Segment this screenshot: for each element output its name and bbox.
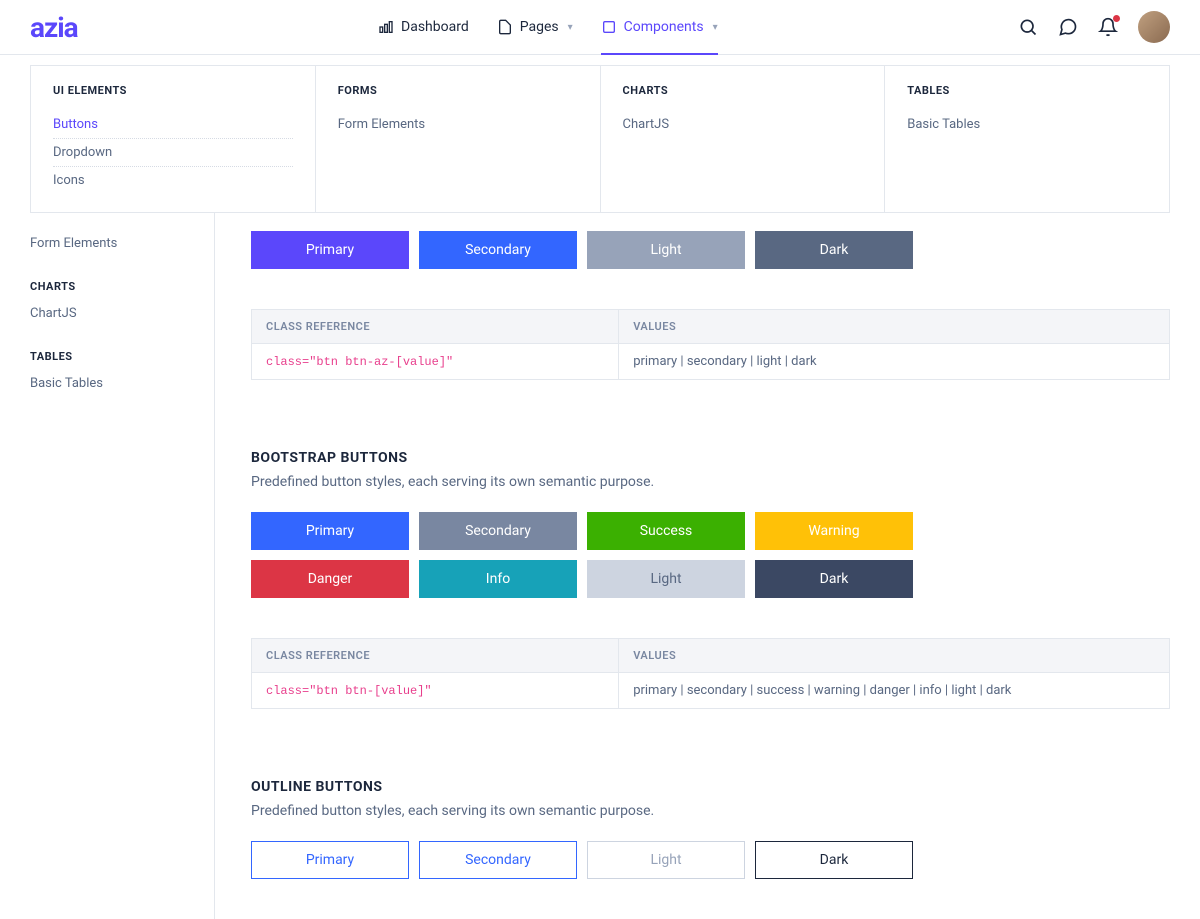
sidebar-form-elements[interactable]: Form Elements xyxy=(30,231,214,256)
mega-head-forms: FORMS xyxy=(338,84,578,97)
sidebar-head-tables: TABLES xyxy=(30,350,214,363)
ref2-header-class: CLASS REFERENCE xyxy=(252,639,619,673)
bootstrap-row2: Danger Info Light Dark xyxy=(251,560,1170,598)
bootstrap-row1: Primary Secondary Success Warning xyxy=(251,512,1170,550)
bootstrap-ref-table: CLASS REFERENCE VALUES class="btn btn-[v… xyxy=(251,638,1170,709)
ref2-header-values: VALUES xyxy=(619,639,1170,673)
header: azia Dashboard Pages ▾ Components ▾ xyxy=(0,0,1200,55)
mega-link-icons[interactable]: Icons xyxy=(53,167,293,194)
btn-danger[interactable]: Danger xyxy=(251,560,409,598)
mega-head-charts: CHARTS xyxy=(623,84,863,97)
bootstrap-title: BOOTSTRAP BUTTONS xyxy=(251,450,1170,466)
notification-dot xyxy=(1113,15,1120,22)
components-mega-menu: UI ELEMENTS Buttons Dropdown Icons FORMS… xyxy=(30,65,1170,213)
sidebar-basic-tables[interactable]: Basic Tables xyxy=(30,371,214,396)
ref2-code: class="btn btn-[value]" xyxy=(252,673,619,709)
btn-warning[interactable]: Warning xyxy=(755,512,913,550)
bell-icon[interactable] xyxy=(1098,17,1118,37)
theme-buttons-row: Primary Secondary Light Dark xyxy=(251,231,1170,269)
btn-dark[interactable]: Dark xyxy=(755,560,913,598)
content: Form Elements CHARTS ChartJS TABLES Basi… xyxy=(0,213,1200,919)
message-icon[interactable] xyxy=(1058,17,1078,37)
outline-desc: Predefined button styles, each serving i… xyxy=(251,803,1170,819)
mega-link-chartjs[interactable]: ChartJS xyxy=(623,111,863,138)
search-icon[interactable] xyxy=(1018,17,1038,37)
package-icon xyxy=(601,19,617,35)
btn-theme-light[interactable]: Light xyxy=(587,231,745,269)
mega-col-charts: CHARTS ChartJS xyxy=(601,66,886,212)
nav-dashboard-label: Dashboard xyxy=(401,19,469,35)
nav-dashboard[interactable]: Dashboard xyxy=(378,0,469,55)
outline-title: OUTLINE BUTTONS xyxy=(251,779,1170,795)
mega-col-forms: FORMS Form Elements xyxy=(316,66,601,212)
btn-outline-light[interactable]: Light xyxy=(587,841,745,879)
btn-theme-primary[interactable]: Primary xyxy=(251,231,409,269)
outline-row: Primary Secondary Light Dark xyxy=(251,841,1170,879)
btn-info[interactable]: Info xyxy=(419,560,577,598)
bootstrap-desc: Predefined button styles, each serving i… xyxy=(251,474,1170,490)
mega-col-tables: TABLES Basic Tables xyxy=(885,66,1169,212)
btn-light[interactable]: Light xyxy=(587,560,745,598)
sidebar: Form Elements CHARTS ChartJS TABLES Basi… xyxy=(30,213,215,919)
nav-components-label: Components xyxy=(624,19,704,35)
chevron-down-icon: ▾ xyxy=(568,22,573,33)
mega-head-tables: TABLES xyxy=(907,84,1147,97)
dashboard-icon xyxy=(378,19,394,35)
mega-link-form-elements[interactable]: Form Elements xyxy=(338,111,578,138)
mega-col-ui: UI ELEMENTS Buttons Dropdown Icons xyxy=(31,66,316,212)
nav-pages[interactable]: Pages ▾ xyxy=(497,0,573,55)
nav-components[interactable]: Components ▾ xyxy=(601,0,718,55)
chevron-down-icon: ▾ xyxy=(713,22,718,33)
ref-header-class: CLASS REFERENCE xyxy=(252,310,619,344)
sidebar-head-charts: CHARTS xyxy=(30,280,214,293)
btn-outline-primary[interactable]: Primary xyxy=(251,841,409,879)
header-actions xyxy=(1018,11,1170,43)
nav-pages-label: Pages xyxy=(520,19,559,35)
brand-logo[interactable]: azia xyxy=(30,11,78,44)
mega-link-buttons[interactable]: Buttons xyxy=(53,111,293,139)
theme-ref-table: CLASS REFERENCE VALUES class="btn btn-az… xyxy=(251,309,1170,380)
file-icon xyxy=(497,19,513,35)
mega-link-basic-tables[interactable]: Basic Tables xyxy=(907,111,1147,138)
btn-outline-secondary[interactable]: Secondary xyxy=(419,841,577,879)
ref-header-values: VALUES xyxy=(619,310,1170,344)
mega-link-dropdown[interactable]: Dropdown xyxy=(53,139,293,167)
btn-primary[interactable]: Primary xyxy=(251,512,409,550)
main-panel: Primary Secondary Light Dark CLASS REFER… xyxy=(215,213,1170,919)
btn-success[interactable]: Success xyxy=(587,512,745,550)
mega-head-ui: UI ELEMENTS xyxy=(53,84,293,97)
sidebar-chartjs[interactable]: ChartJS xyxy=(30,301,214,326)
ref2-values: primary | secondary | success | warning … xyxy=(619,673,1170,709)
btn-theme-dark[interactable]: Dark xyxy=(755,231,913,269)
ref-values: primary | secondary | light | dark xyxy=(619,344,1170,380)
btn-outline-dark[interactable]: Dark xyxy=(755,841,913,879)
avatar[interactable] xyxy=(1138,11,1170,43)
main-nav: Dashboard Pages ▾ Components ▾ xyxy=(378,0,718,55)
btn-secondary[interactable]: Secondary xyxy=(419,512,577,550)
ref-code: class="btn btn-az-[value]" xyxy=(252,344,619,380)
btn-theme-secondary[interactable]: Secondary xyxy=(419,231,577,269)
